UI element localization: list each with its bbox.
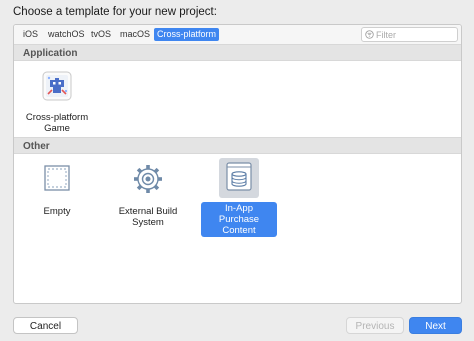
template-empty[interactable]: Empty — [20, 158, 94, 238]
gear-icon — [134, 165, 162, 193]
filter-icon — [365, 30, 374, 39]
game-controller-icon — [42, 71, 72, 101]
previous-button[interactable]: Previous — [346, 317, 404, 334]
next-button[interactable]: Next — [409, 317, 462, 334]
tab-cross-platform[interactable]: Cross-platform — [154, 28, 220, 41]
tab-ios[interactable]: iOS — [20, 28, 41, 41]
empty-document-icon — [44, 165, 70, 191]
database-icon — [226, 162, 252, 191]
template-label: Cross-platform Game — [25, 112, 89, 134]
cancel-button[interactable]: Cancel — [13, 317, 78, 334]
section-header-other: Other — [14, 137, 461, 154]
dialog-title: Choose a template for your new project: — [13, 6, 217, 18]
template-label: Empty — [43, 206, 71, 217]
tab-watchos[interactable]: watchOS — [45, 28, 88, 41]
filter-field[interactable] — [361, 27, 458, 42]
platform-tab-bar: iOS watchOS tvOS macOS Cross-platform — [14, 25, 461, 45]
tab-tvos[interactable]: tvOS — [88, 28, 114, 41]
template-external-build-system[interactable]: External Build System — [111, 158, 185, 238]
template-label: External Build System — [118, 206, 178, 228]
template-label: In-App Purchase Content — [201, 202, 277, 237]
template-chooser-panel: iOS watchOS tvOS macOS Cross-platform Ap… — [13, 24, 462, 304]
section-header-application: Application — [14, 44, 461, 61]
filter-input[interactable] — [376, 28, 452, 41]
tab-macos[interactable]: macOS — [117, 28, 153, 41]
template-in-app-purchase-content[interactable]: In-App Purchase Content — [200, 158, 278, 238]
